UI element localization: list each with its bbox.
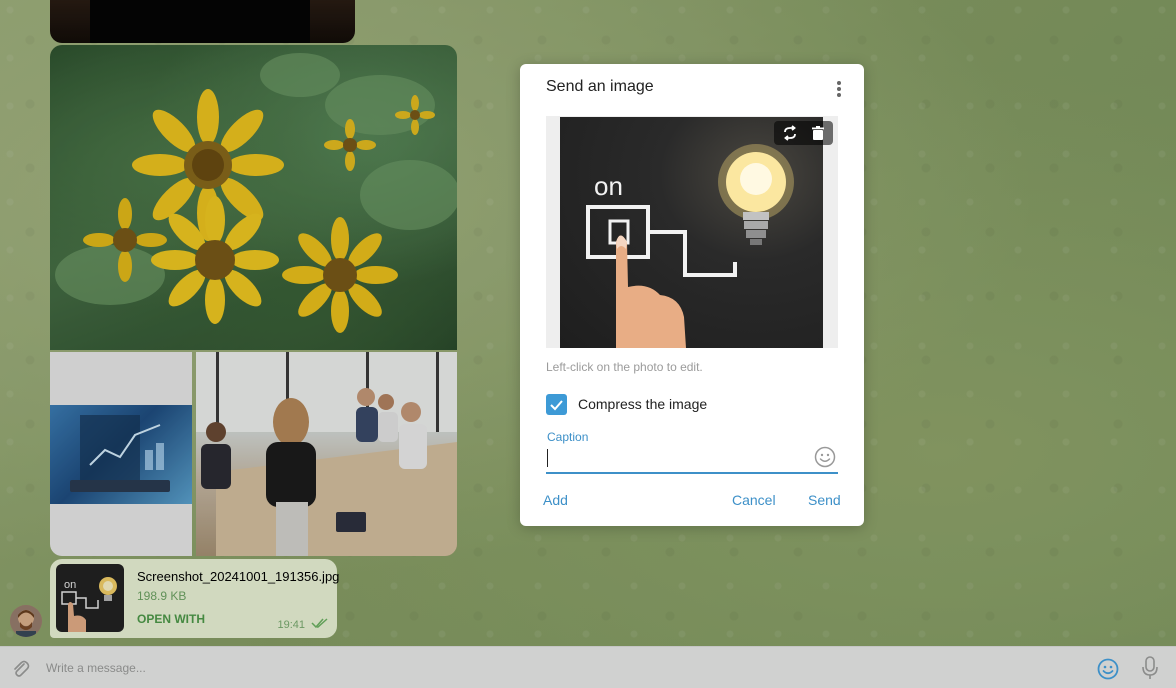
trash-icon[interactable] [810,125,826,141]
smile-icon[interactable] [814,446,836,468]
caption-label: Caption [547,430,589,444]
more-vertical-icon[interactable] [836,81,842,99]
add-button[interactable]: Add [543,492,568,508]
paperclip-icon[interactable] [10,658,30,678]
caption-input[interactable] [546,444,838,474]
image-tools [774,121,833,145]
preview-illustration: on [586,144,794,348]
smile-icon[interactable] [1097,658,1119,680]
message-input-bar: Write a message... [0,646,1176,688]
compress-checkbox[interactable] [546,394,567,415]
text-caret [547,449,548,467]
dialog-title: Send an image [546,78,654,95]
preview-on-text: on [594,171,623,201]
microphone-icon[interactable] [1140,656,1160,680]
replace-icon[interactable] [782,125,798,141]
checkmark-icon [550,400,563,411]
image-preview[interactable]: on [546,116,838,348]
cancel-button[interactable]: Cancel [732,492,776,508]
compress-label[interactable]: Compress the image [578,396,707,412]
send-image-dialog: Send an image on Left-click on the photo… [520,64,864,526]
edit-hint: Left-click on the photo to edit. [546,360,703,374]
preview-photo[interactable]: on [560,117,823,348]
send-button[interactable]: Send [808,492,841,508]
message-input[interactable]: Write a message... [46,661,146,675]
